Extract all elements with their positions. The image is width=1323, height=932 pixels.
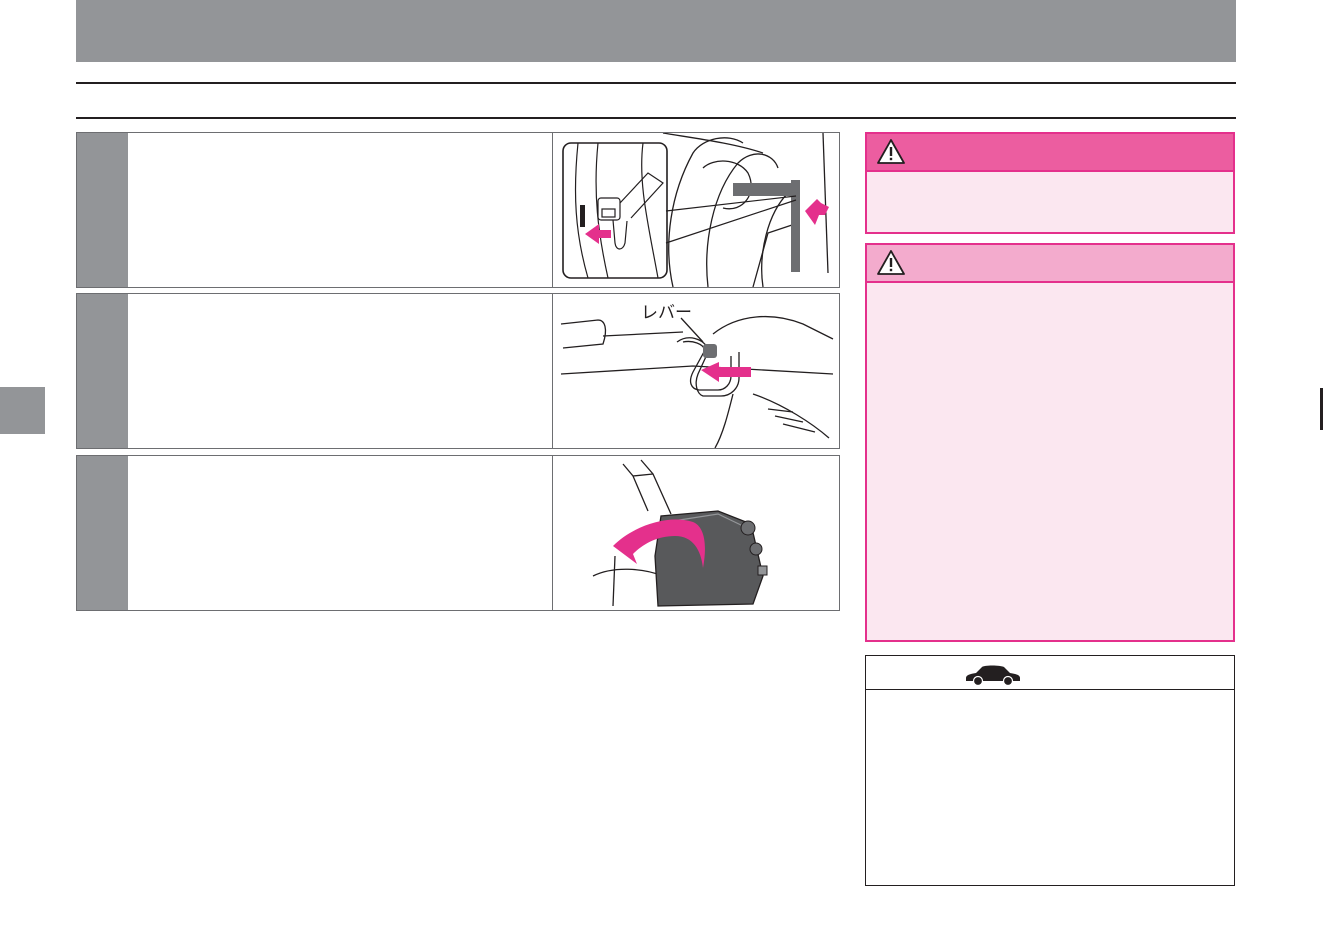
- step-number-1: [77, 133, 128, 287]
- car-icon: [966, 665, 1020, 686]
- seat-belt-buckle-illustration: [553, 133, 839, 287]
- warning-triangle-icon: [877, 250, 905, 275]
- warning-triangle-icon: [877, 139, 905, 164]
- caution-box: [865, 243, 1235, 642]
- step-text-2: [128, 294, 553, 448]
- step-row-2: レバー: [76, 293, 840, 449]
- seat-fold-illustration: [553, 456, 839, 610]
- note-box: [865, 655, 1235, 886]
- step-number-3: [77, 456, 128, 610]
- step-row-1: [76, 132, 840, 288]
- caution-header: [867, 245, 1233, 283]
- header-rule-bottom: [76, 117, 1236, 119]
- seat-lever-illustration: レバー: [553, 294, 839, 448]
- step-text-3: [128, 456, 553, 610]
- step-text-1: [128, 133, 553, 287]
- warning-box: [865, 132, 1235, 234]
- step-row-3: [76, 455, 840, 611]
- header-rule-top: [76, 82, 1236, 84]
- lever-callout-label: レバー: [641, 303, 692, 323]
- warning-header: [867, 134, 1233, 172]
- header-bar: [76, 0, 1236, 62]
- step-number-2: [77, 294, 128, 448]
- note-header: [866, 656, 1234, 690]
- section-tab: [0, 387, 45, 434]
